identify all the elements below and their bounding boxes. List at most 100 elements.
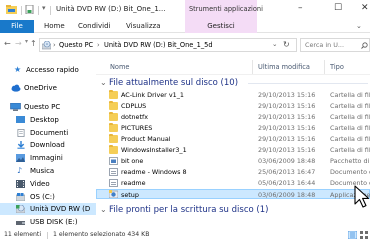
close-button[interactable]: ✕ [361,3,370,13]
tab-home[interactable]: Home [44,20,65,33]
file-row[interactable]: Product Manual 29/10/2013 15:16 Cartella… [96,134,370,144]
file-row[interactable]: WindowsInstaller3_1 29/10/2013 15:16 Car… [96,145,370,155]
file-date: 29/10/2013 15:16 [258,113,316,121]
drive-icon [16,193,25,201]
file-row[interactable]: readme 05/06/2013 16:44 Documento di tes [96,178,370,188]
sidebar-item-usb-disk[interactable]: USB DISK (E:) [0,216,96,228]
context-tab-header: Strumenti applicazioni [185,0,263,20]
tab-file[interactable]: File [0,20,34,33]
maximize-button[interactable]: ☐ [334,3,342,13]
search-box[interactable]: Cerca in U... [300,38,370,52]
window-title: Unità DVD RW (D:) Bit_One_1... [56,5,166,13]
usb-icon [16,221,25,225]
address-bar[interactable]: › Questo PC › Unità DVD RW (D:) Bit_One_… [39,38,297,52]
forward-button[interactable]: → [15,39,22,48]
file-list: Nome Ultima modifica Tipo ⌄ File attualm… [96,55,370,229]
breadcrumb-separator: › [97,41,100,49]
file-row[interactable]: PICTURES 29/10/2013 15:16 Cartella di fi… [96,123,370,133]
collapse-chevron-icon[interactable]: ⌄ [100,77,107,89]
video-icon [16,180,25,188]
file-row[interactable]: bit one 03/06/2009 18:48 Pacchetto di Wi… [96,156,370,166]
sidebar-item-quick-access[interactable]: ★ Accesso rapido [0,64,96,76]
tab-manage[interactable]: Gestisci [185,20,257,33]
folder-icon [109,101,118,110]
column-divider[interactable] [252,60,253,74]
expand-ribbon-button[interactable]: ⌄ [356,20,362,33]
sidebar-item-os-c[interactable]: OS (C:) [0,191,96,203]
tab-share[interactable]: Condividi [78,20,110,33]
column-header-date[interactable]: Ultima modifica [258,63,310,71]
sidebar-item-this-pc[interactable]: Questo PC [0,101,96,113]
file-row[interactable]: CDPLUS 29/10/2013 15:16 Cartella di file [96,101,370,111]
column-headers: Nome Ultima modifica Tipo [96,55,370,75]
minimize-button[interactable]: – [298,3,303,13]
file-name: AC-Link Driver v1_1 [121,91,184,99]
sidebar-item-video[interactable]: Video [0,178,96,190]
breadcrumb-separator: › [53,41,56,49]
file-row[interactable]: readme - Windows 8 25/06/2013 16:47 Docu… [96,167,370,177]
dvd-icon [16,205,25,213]
column-header-name[interactable]: Nome [110,63,129,71]
large-icons-view-icon[interactable] [360,231,368,239]
file-name: PICTURES [121,124,153,132]
column-divider[interactable] [324,60,325,74]
folder-icon [109,145,118,154]
collapse-chevron-icon[interactable]: ⌄ [100,204,107,216]
sidebar-item-label: OS (C:) [30,193,55,201]
dvd-drive-icon [42,41,51,50]
sidebar-item-label: Musica [30,167,55,175]
item-count: 11 elementi [4,231,42,238]
sidebar-item-dvd-drive[interactable]: Unità DVD RW (D [0,203,96,215]
file-name: setup [121,191,139,199]
file-row[interactable]: dotnetfx 29/10/2013 15:16 Cartella di fi… [96,112,370,122]
sidebar-item-documents[interactable]: Documenti [0,127,96,139]
group-header-ready-to-write[interactable]: ⌄ File pronti per la scrittura su disco … [96,204,370,216]
group-header-on-disc[interactable]: ⌄ File attualmente sul disco (10) [96,77,370,89]
properties-icon[interactable] [25,5,34,14]
text-document-icon [109,168,118,176]
navigation-bar: ← → ▾ ↑ › Questo PC › Unità DVD RW (D:) … [0,33,370,55]
search-icon[interactable] [361,42,368,49]
file-name: CDPLUS [121,102,147,110]
column-header-type[interactable]: Tipo [330,63,344,71]
file-date: 29/10/2013 15:16 [258,124,316,132]
group-title: File pronti per la scrittura su disco (1… [109,205,269,215]
sidebar-item-download[interactable]: Download [0,139,96,151]
file-date: 29/10/2013 15:16 [258,135,316,143]
back-button[interactable]: ← [4,39,11,48]
documents-icon [17,129,25,137]
breadcrumb-this-pc[interactable]: Questo PC [59,41,93,49]
sidebar-item-label: Questo PC [24,103,61,111]
title-separator [21,6,22,15]
search-input[interactable]: Cerca in U... [305,41,344,49]
sidebar-item-onedrive[interactable]: OneDrive [0,82,96,94]
quick-access-dropdown-icon[interactable]: ▾ [42,4,46,12]
navigation-pane: ★ Accesso rapido OneDrive Questo PC Desk… [0,55,96,229]
folder-icon [109,112,118,121]
up-button[interactable]: ↑ [30,39,37,48]
sidebar-item-desktop[interactable]: Desktop [0,114,96,126]
package-icon [109,157,118,165]
file-date: 25/06/2013 16:47 [258,168,316,176]
file-type: Cartella di file [330,102,370,110]
explorer-app-icon [6,5,17,14]
ribbon-tabs: File Home Condividi Visualizza Gestisci … [0,20,370,33]
sidebar-item-label: Desktop [30,116,59,124]
recent-locations-icon[interactable]: ▾ [25,38,28,45]
file-row[interactable]: AC-Link Driver v1_1 29/10/2013 15:16 Car… [96,90,370,100]
file-type: Cartella di file [330,135,370,143]
details-view-icon[interactable] [348,231,357,239]
file-name: Product Manual [121,135,171,143]
title-separator [50,6,51,15]
address-dropdown-icon[interactable]: ⌄ [272,40,278,48]
refresh-icon[interactable]: ↻ [283,40,290,49]
title-bar: Strumenti applicazioni ▾ Unità DVD RW (D… [0,0,370,20]
file-name: readme - Windows 8 [121,168,187,176]
selection-info: 1 elemento selezionato 434 KB [53,231,150,238]
breadcrumb-dvd-drive[interactable]: Unità DVD RW (D:) Bit_One_1_5d [104,41,213,49]
file-row-selected[interactable]: setup 03/06/2009 18:48 Applicazione [96,189,370,199]
tab-view[interactable]: Visualizza [126,20,160,33]
sidebar-item-music[interactable]: ♪ Musica [0,165,96,177]
sidebar-item-pictures[interactable]: Immagini [0,152,96,164]
sidebar-item-label: Download [30,141,65,149]
